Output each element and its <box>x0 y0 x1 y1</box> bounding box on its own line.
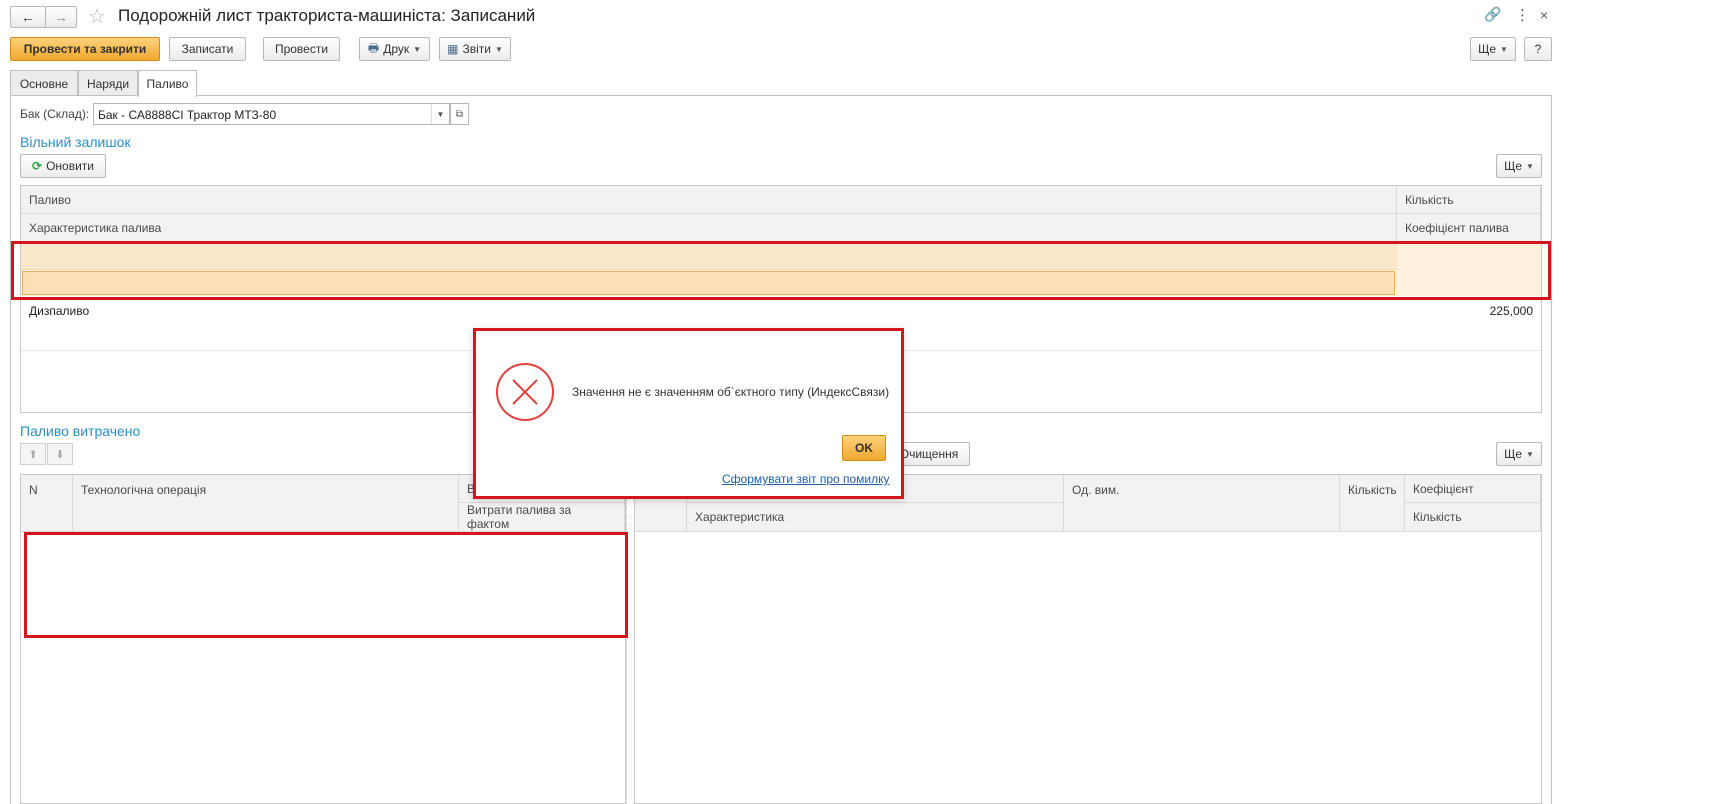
tank-label: Бак (Склад): <box>20 107 90 121</box>
row-fuel-name: Дизпаливо <box>29 304 90 318</box>
print-label: Друк <box>383 42 410 56</box>
move-down-button[interactable]: ⬇ <box>47 443 73 465</box>
fuel-spent-title: Паливо витрачено <box>20 423 141 439</box>
save-button[interactable]: Записати <box>169 37 246 61</box>
x-mark-icon <box>512 379 538 405</box>
help-button[interactable]: ? <box>1524 37 1552 61</box>
arrow-right-icon: → <box>54 9 68 25</box>
open-window-icon: ⧉ <box>455 108 464 120</box>
operations-table[interactable]: N Технологічна операція В Витрати палива… <box>20 474 626 804</box>
dropdown-arrow-icon[interactable]: ▼ <box>431 104 449 124</box>
error-circle-x-icon <box>496 363 554 421</box>
tab-fuel-label: Паливо <box>146 77 189 91</box>
col-header-fuel-coefficient[interactable]: Коефіцієнт палива <box>1397 214 1541 243</box>
table-row-selected[interactable] <box>21 243 1541 296</box>
star-icon[interactable]: ☆ <box>88 4 106 29</box>
chevron-down-icon: ▼ <box>1526 449 1534 459</box>
col-header-unit[interactable]: Од. вим. <box>1064 475 1340 532</box>
refresh-button[interactable]: ⟳ Оновити <box>20 154 106 178</box>
reports-button[interactable]: ▦ Звіти ▼ <box>439 37 511 61</box>
row-fuel-quantity: 225,000 <box>1489 304 1533 318</box>
error-message: Значення не є значенням об`єктного типу … <box>572 385 890 399</box>
arrow-left-icon: ← <box>21 9 35 25</box>
post-and-close-button[interactable]: Провести та закрити <box>10 37 160 61</box>
arrow-up-icon: ⬆ <box>28 448 38 461</box>
reports-label: Звіти <box>462 42 491 56</box>
refresh-label: Оновити <box>46 159 94 173</box>
chevron-down-icon: ▼ <box>494 44 503 54</box>
post-and-close-label: Провести та закрити <box>23 42 147 56</box>
splitter[interactable] <box>626 474 634 804</box>
row-cell-top <box>21 243 1397 270</box>
open-tank-button[interactable]: ⧉ <box>450 103 469 125</box>
col-header-characteristic[interactable]: Характеристика <box>687 503 1064 532</box>
ok-button[interactable]: OK <box>842 435 886 461</box>
col-header-quantity[interactable]: Кількість <box>1397 186 1541 214</box>
fuel-items-table[interactable]: Характеристика Од. вим. Кількість Коефіц… <box>634 474 1542 804</box>
refresh-icon: ⟳ <box>32 159 43 173</box>
free-balance-more-button[interactable]: Ще ▼ <box>1496 154 1542 178</box>
free-balance-title: Вільний залишок <box>20 134 131 150</box>
back-button[interactable]: ← <box>10 6 46 28</box>
chevron-down-icon: ▼ <box>413 44 422 54</box>
more-vertical-icon[interactable]: ⋮ <box>1515 6 1530 24</box>
ok-label: OK <box>855 441 873 455</box>
tab-fuel[interactable]: Паливо <box>138 70 197 97</box>
col-header-fuel-characteristic[interactable]: Характеристика палива <box>21 214 1397 243</box>
tab-orders[interactable]: Наряди <box>78 70 138 96</box>
report-icon: ▦ <box>447 42 459 56</box>
tab-main-label: Основне <box>19 76 69 91</box>
col-header-operation[interactable]: Технологічна операція <box>73 475 459 532</box>
post-label: Провести <box>274 42 329 56</box>
row-cell-active[interactable] <box>22 271 1395 295</box>
col-header-quantity[interactable]: Кількість <box>1340 475 1405 532</box>
more-label: Ще <box>1504 159 1522 173</box>
forward-button[interactable]: → <box>45 6 77 28</box>
error-dialog[interactable]: Значення не є значенням об`єктного типу … <box>473 328 904 499</box>
clear-label: Очищення <box>899 447 959 461</box>
save-label: Записати <box>181 42 234 56</box>
page-title: Подорожній лист тракториста-машиніста: З… <box>118 6 536 25</box>
col-header-actual-consumption[interactable]: Витрати палива за фактом <box>459 503 625 532</box>
post-button[interactable]: Провести <box>263 37 340 61</box>
tab-main[interactable]: Основне <box>10 70 78 96</box>
chevron-down-icon: ▼ <box>1500 44 1508 54</box>
col-header-fuel[interactable]: Паливо <box>21 186 1397 214</box>
more-button[interactable]: Ще ▼ <box>1470 37 1516 61</box>
tank-value: Бак - СА8888СІ Трактор МТЗ-80 <box>98 108 277 122</box>
link-icon[interactable]: 🔗 <box>1484 6 1501 23</box>
help-label: ? <box>1534 42 1542 56</box>
move-up-button[interactable]: ⬆ <box>20 443 46 465</box>
tab-orders-label: Наряди <box>86 76 130 91</box>
error-report-link[interactable]: Сформувати звіт про помилку <box>722 472 890 486</box>
fuel-spent-more-button[interactable]: Ще ▼ <box>1496 442 1542 466</box>
print-button[interactable]: 🖶 Друк ▼ <box>359 37 430 61</box>
arrow-down-icon: ⬇ <box>55 448 65 461</box>
more-label: Ще <box>1478 42 1496 56</box>
col-header-n[interactable]: N <box>21 475 73 532</box>
tank-field[interactable]: Бак - СА8888СІ Трактор МТЗ-80 ▼ <box>93 103 450 125</box>
more-label: Ще <box>1504 447 1522 461</box>
printer-icon: 🖶 <box>367 40 380 55</box>
col-header-coefficient[interactable]: Коефіцієнт <box>1405 475 1541 503</box>
col-header-quantity-2[interactable]: Кількість <box>1405 503 1541 532</box>
chevron-down-icon: ▼ <box>1526 161 1534 171</box>
close-icon[interactable]: × <box>1540 7 1548 23</box>
